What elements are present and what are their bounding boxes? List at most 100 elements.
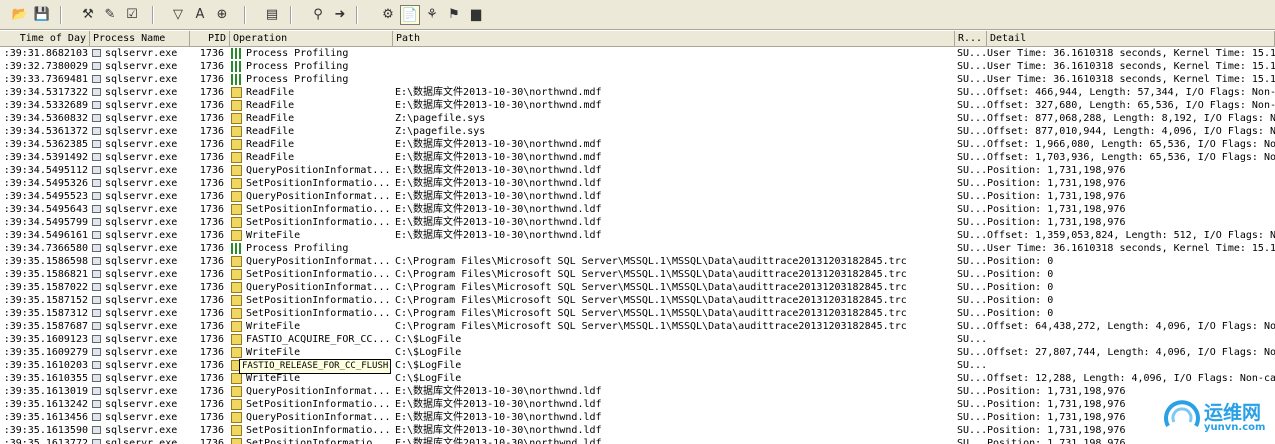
- operation-icon-cell: [231, 203, 243, 216]
- event-row[interactable]: :39:35.1613242 sqlservr.exe 1736 SetPositio…: [0, 398, 1275, 411]
- col-pid[interactable]: PID: [190, 31, 230, 46]
- toolbar-separator: [60, 6, 62, 24]
- process-icon: [92, 218, 101, 226]
- col-operation[interactable]: Operation: [230, 31, 393, 46]
- col-detail[interactable]: Detail: [987, 31, 1275, 46]
- event-row[interactable]: :39:35.1587312 sqlservr.exe 1736 SetPositio…: [0, 307, 1275, 320]
- event-row[interactable]: :39:35.1610355 sqlservr.exe 1736 WriteFile C…: [0, 372, 1275, 385]
- event-row[interactable]: :39:34.5317322 sqlservr.exe 1736 ReadFile E:…: [0, 86, 1275, 99]
- filter-icon[interactable]: ▽: [168, 5, 188, 25]
- time-cell: :39:35.1609123: [3, 334, 88, 345]
- path-cell: E:\数据库文件2013-10-30\northwnd.ldf: [395, 191, 602, 202]
- detail-cell: Position: 1,731,198,976: [987, 191, 1126, 202]
- profiling-icon: [231, 61, 242, 72]
- event-row[interactable]: :39:34.5496161 sqlservr.exe 1736 WriteFile E…: [0, 229, 1275, 242]
- event-row[interactable]: :39:35.1609123 sqlservr.exe 1736 FASTIO_ACQ…: [0, 333, 1275, 346]
- process-icon-cell: [92, 359, 102, 372]
- col-time-of-day[interactable]: Time of Day: [0, 31, 90, 46]
- col-path[interactable]: Path: [393, 31, 955, 46]
- event-row[interactable]: :39:31.8682103 sqlservr.exe 1736 Process Pr…: [0, 47, 1275, 60]
- autoscroll-icon[interactable]: ⚒: [78, 5, 98, 25]
- event-row[interactable]: :39:34.5362385 sqlservr.exe 1736 ReadFile E:…: [0, 138, 1275, 151]
- pid-cell: 1736: [199, 113, 224, 124]
- event-row[interactable]: :39:35.1586821 sqlservr.exe 1736 SetPositio…: [0, 268, 1275, 281]
- process-tree-icon[interactable]: ▤: [262, 5, 282, 25]
- event-row[interactable]: :39:35.1587152 sqlservr.exe 1736 SetPositio…: [0, 294, 1275, 307]
- event-row[interactable]: :39:33.7369481 sqlservr.exe 1736 Process Pr…: [0, 73, 1275, 86]
- result-cell: SU...: [957, 295, 987, 306]
- event-row[interactable]: :39:35.1613456 sqlservr.exe 1736 QueryPosit…: [0, 411, 1275, 424]
- process-cell: sqlservr.exe: [105, 438, 178, 444]
- time-cell: :39:35.1613590: [3, 425, 88, 436]
- event-grid: Time of Day Process Name PID Operation P…: [0, 31, 1275, 444]
- col-result[interactable]: R...: [955, 31, 987, 46]
- process-cell: sqlservr.exe: [105, 48, 178, 59]
- capture-icon[interactable]: ☑: [122, 5, 142, 25]
- pid-cell: 1736: [199, 100, 224, 111]
- result-cell: SU...: [957, 321, 987, 332]
- event-row[interactable]: :39:32.7380029 sqlservr.exe 1736 Process Pr…: [0, 60, 1275, 73]
- find-icon[interactable]: ⚲: [308, 5, 328, 25]
- process-icon: [92, 62, 101, 70]
- event-row[interactable]: :39:35.1587687 sqlservr.exe 1736 WriteFile C…: [0, 320, 1275, 333]
- time-cell: :39:35.1587687: [3, 321, 88, 332]
- event-row[interactable]: :39:35.1609279 sqlservr.exe 1736 WriteFile C…: [0, 346, 1275, 359]
- operation-icon-cell: [231, 47, 243, 60]
- detail-cell: Position: 1,731,198,976: [987, 217, 1126, 228]
- path-cell: E:\数据库文件2013-10-30\northwnd.ldf: [395, 386, 602, 397]
- network-activity-icon[interactable]: ⚘: [422, 5, 442, 25]
- event-row[interactable]: :39:34.5495523 sqlservr.exe 1736 QueryPosit…: [0, 190, 1275, 203]
- highlight-icon[interactable]: A: [190, 5, 210, 25]
- event-row[interactable]: :39:34.5495112 sqlservr.exe 1736 QueryPosit…: [0, 164, 1275, 177]
- detail-cell: Offset: 1,359,053,824, Length: 512, I/O …: [987, 230, 1275, 241]
- pid-cell: 1736: [199, 347, 224, 358]
- clear-icon[interactable]: ✎: [100, 5, 120, 25]
- operation-icon-cell: [231, 164, 243, 177]
- event-row[interactable]: :39:35.1613590 sqlservr.exe 1736 SetPositio…: [0, 424, 1275, 437]
- process-cell: sqlservr.exe: [105, 282, 178, 293]
- file-activity-icon[interactable]: 📄: [400, 5, 420, 25]
- process-icon-cell: [92, 229, 102, 242]
- target-icon[interactable]: ⊕: [212, 5, 232, 25]
- event-row[interactable]: :39:34.5361372 sqlservr.exe 1736 ReadFile Z:…: [0, 125, 1275, 138]
- process-icon-cell: [92, 125, 102, 138]
- path-cell: C:\$LogFile: [395, 347, 462, 358]
- event-row[interactable]: :39:34.5391492 sqlservr.exe 1736 ReadFile E:…: [0, 151, 1275, 164]
- time-cell: :39:35.1613456: [3, 412, 88, 423]
- event-row[interactable]: :39:34.5495643 sqlservr.exe 1736 SetPositio…: [0, 203, 1275, 216]
- process-icon-cell: [92, 307, 102, 320]
- path-cell: E:\数据库文件2013-10-30\northwnd.ldf: [395, 412, 602, 423]
- process-activity-icon[interactable]: ⚑: [444, 5, 464, 25]
- event-row[interactable]: :39:35.1610203 sqlservr.exe 1736 C:\$LogFil…: [0, 359, 1275, 372]
- process-icon: [92, 257, 101, 265]
- jump-icon[interactable]: ➜: [330, 5, 350, 25]
- pid-cell: 1736: [199, 178, 224, 189]
- event-row[interactable]: :39:34.5360832 sqlservr.exe 1736 ReadFile Z:…: [0, 112, 1275, 125]
- file-system-icon: [231, 256, 242, 267]
- process-icon-cell: [92, 60, 102, 73]
- event-row[interactable]: :39:35.1586598 sqlservr.exe 1736 QueryPosit…: [0, 255, 1275, 268]
- col-process-name[interactable]: Process Name: [90, 31, 190, 46]
- operation-icon-cell: [231, 346, 243, 359]
- event-row[interactable]: :39:34.7366580 sqlservr.exe 1736 Process Pr…: [0, 242, 1275, 255]
- operation-icon-cell: [231, 385, 243, 398]
- registry-activity-icon[interactable]: ⚙: [378, 5, 398, 25]
- event-row[interactable]: :39:34.5495799 sqlservr.exe 1736 SetPositio…: [0, 216, 1275, 229]
- event-row[interactable]: :39:34.5495326 sqlservr.exe 1736 SetPositio…: [0, 177, 1275, 190]
- path-cell: C:\Program Files\Microsoft SQL Server\MS…: [395, 308, 907, 319]
- process-icon: [92, 231, 101, 239]
- operation-icon-cell: [231, 320, 243, 333]
- open-icon[interactable]: 📂: [10, 5, 30, 25]
- event-row[interactable]: :39:35.1613772 sqlservr.exe 1736 SetPositio…: [0, 437, 1275, 444]
- result-cell: SU...: [957, 438, 987, 444]
- profiling-activity-icon[interactable]: ▆: [466, 5, 486, 25]
- process-cell: sqlservr.exe: [105, 386, 178, 397]
- process-cell: sqlservr.exe: [105, 230, 178, 241]
- event-row[interactable]: :39:34.5332689 sqlservr.exe 1736 ReadFile E:…: [0, 99, 1275, 112]
- profiling-icon: [231, 243, 242, 254]
- detail-cell: User Time: 36.1610318 seconds, Kernel Ti…: [987, 74, 1275, 85]
- event-row[interactable]: :39:35.1587022 sqlservr.exe 1736 QueryPosit…: [0, 281, 1275, 294]
- operation-cell: ReadFile: [246, 113, 295, 124]
- save-icon[interactable]: 💾: [32, 5, 52, 25]
- event-row[interactable]: :39:35.1613019 sqlservr.exe 1736 QueryPosit…: [0, 385, 1275, 398]
